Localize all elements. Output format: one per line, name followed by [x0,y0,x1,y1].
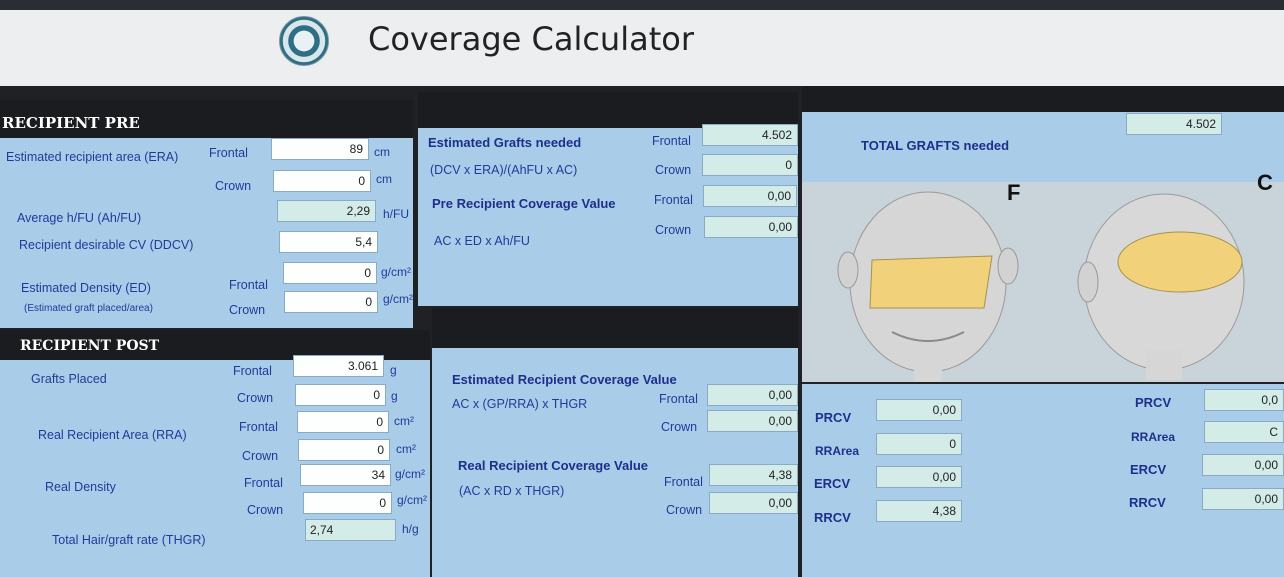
ddcv-field[interactable]: 5,4 [279,231,378,253]
crown-view-letter: C [1257,170,1273,195]
thgr-unit: h/g [402,522,419,536]
summary-left-rrarea-label: RRArea [815,444,860,458]
erc-frontal-field[interactable]: 0,00 [707,384,798,406]
erc-formula: AC x (GP/RRA) x THGR [452,397,588,411]
summary-left-ercv-label: ERCV [814,476,851,491]
crown-area-shape [1117,231,1243,293]
grafts-crown-label: Crown [655,163,692,177]
real-density-label: Real Density [45,480,116,494]
summary-left-rrcv-field[interactable]: 4,38 [876,500,962,522]
summary-right-prcv-field[interactable]: 0,0 [1204,389,1284,411]
era-frontal-label: Frontal [209,146,248,160]
ahfu-field[interactable]: 2,29 [277,200,376,222]
app-logo-icon [279,16,329,66]
pre-frontal-field[interactable]: 0,00 [703,185,797,207]
summary-right-rrcv-label: RRCV [1129,495,1166,510]
erc-frontal-label: Frontal [659,392,698,406]
rd-crown-unit: g/cm² [397,493,427,507]
rd-frontal-field[interactable]: 34 [300,464,391,486]
grafts-placed-label: Grafts Placed [31,372,107,386]
rrc-formula: (AC x RD x THGR) [459,484,565,498]
summary-right-rrarea-label: RRArea [1131,430,1176,444]
grafts-needed-label: Estimated Grafts needed [428,135,582,150]
heads-illustration [802,182,1284,382]
grafts-frontal-field[interactable]: 4.502 [702,124,798,146]
era-crown-unit: cm [376,172,392,186]
rra-frontal-unit: cm² [394,414,414,428]
recipient-pre-header: RECIPIENT PRE [0,100,413,138]
summary-right-rrcv-field[interactable]: 0,00 [1202,488,1284,510]
pre-frontal-label: Frontal [654,193,693,207]
ed-frontal-label: Frontal [229,278,268,292]
summary-right-prcv-label: PRCV [1135,395,1172,410]
ed-crown-unit: g/cm² [383,292,413,306]
summary-panel [802,384,1284,577]
page-title: Coverage Calculator [368,20,694,58]
summary-left-rrarea-field[interactable]: 0 [876,433,962,455]
frontal-area-shape [869,255,993,309]
erc-label: Estimated Recipient Coverage Value [452,372,677,387]
gp-frontal-unit: g [390,363,397,377]
summary-left-ercv-field[interactable]: 0,00 [876,466,962,488]
ed-crown-label: Crown [229,303,266,317]
era-crown-label: Crown [215,179,252,193]
era-frontal-unit: cm [374,145,390,159]
ed-label: Estimated Density (ED) [21,281,151,295]
ddcv-label: Recipient desirable CV (DDCV) [19,238,194,252]
rrc-frontal-field[interactable]: 4,38 [709,464,798,486]
grafts-needed-formula: (DCV x ERA)/(AhFU x AC) [430,163,578,177]
ahfu-label: Average h/FU (Ah/FU) [17,211,142,225]
erc-crown-field[interactable]: 0,00 [707,410,798,432]
front-view-letter: F [1007,180,1021,205]
rd-crown-field[interactable]: 0 [303,492,392,514]
total-grafts-label: TOTAL GRAFTS needed [861,138,1010,153]
rrc-crown-field[interactable]: 0,00 [709,492,798,514]
rra-frontal-label: Frontal [239,420,278,434]
rrc-label: Real Recipient Coverage Value [458,458,649,473]
pre-crown-label: Crown [655,223,692,237]
rd-frontal-unit: g/cm² [395,467,425,481]
gp-frontal-field[interactable]: 3.061 [293,355,384,377]
rra-crown-field[interactable]: 0 [298,439,390,461]
post-values-header [432,308,798,348]
ed-crown-field[interactable]: 0 [284,291,378,313]
rd-crown-label: Crown [247,503,284,517]
total-header [802,86,1284,114]
summary-right-ercv-field[interactable]: 0,00 [1202,454,1284,476]
gp-crown-unit: g [391,389,398,403]
gp-crown-field[interactable]: 0 [295,384,386,406]
era-label: Estimated recipient area (ERA) [6,150,179,164]
thgr-label: Total Hair/graft rate (THGR) [52,533,206,547]
rra-label: Real Recipient Area (RRA) [38,428,187,442]
gp-crown-label: Crown [237,391,274,405]
grafts-crown-field[interactable]: 0 [702,154,798,176]
grafts-frontal-label: Frontal [652,134,691,148]
pre-crown-field[interactable]: 0,00 [704,216,798,238]
ahfu-unit: h/FU [383,207,410,221]
rrc-crown-label: Crown [666,503,703,517]
rra-crown-unit: cm² [396,442,416,456]
era-crown-field[interactable]: 0 [273,170,371,192]
summary-left-rrcv-label: RRCV [814,510,851,525]
thgr-field[interactable]: 2,74 [305,519,396,541]
ed-frontal-unit: g/cm² [381,265,411,279]
gp-frontal-label: Frontal [233,364,272,378]
erc-crown-label: Crown [661,420,698,434]
summary-right-ercv-label: ERCV [1130,462,1167,477]
rd-frontal-label: Frontal [244,476,283,490]
summary-left-prcv-field[interactable]: 0,00 [876,399,962,421]
top-border [0,0,1284,10]
era-frontal-field[interactable]: 89 [271,138,369,160]
pre-coverage-formula: AC x ED x Ah/FU [434,234,530,248]
heads-svg [837,191,1245,382]
total-grafts-field[interactable]: 4.502 [1126,113,1222,135]
summary-right-rrarea-field[interactable]: C [1204,421,1284,443]
rra-frontal-field[interactable]: 0 [297,411,389,433]
ed-frontal-field[interactable]: 0 [283,262,377,284]
rra-crown-label: Crown [242,449,279,463]
ed-sublabel: (Estimated graft placed/area) [24,303,153,314]
summary-left-prcv-label: PRCV [815,410,852,425]
rrc-frontal-label: Frontal [664,475,703,489]
pre-coverage-label: Pre Recipient Coverage Value [432,196,616,211]
